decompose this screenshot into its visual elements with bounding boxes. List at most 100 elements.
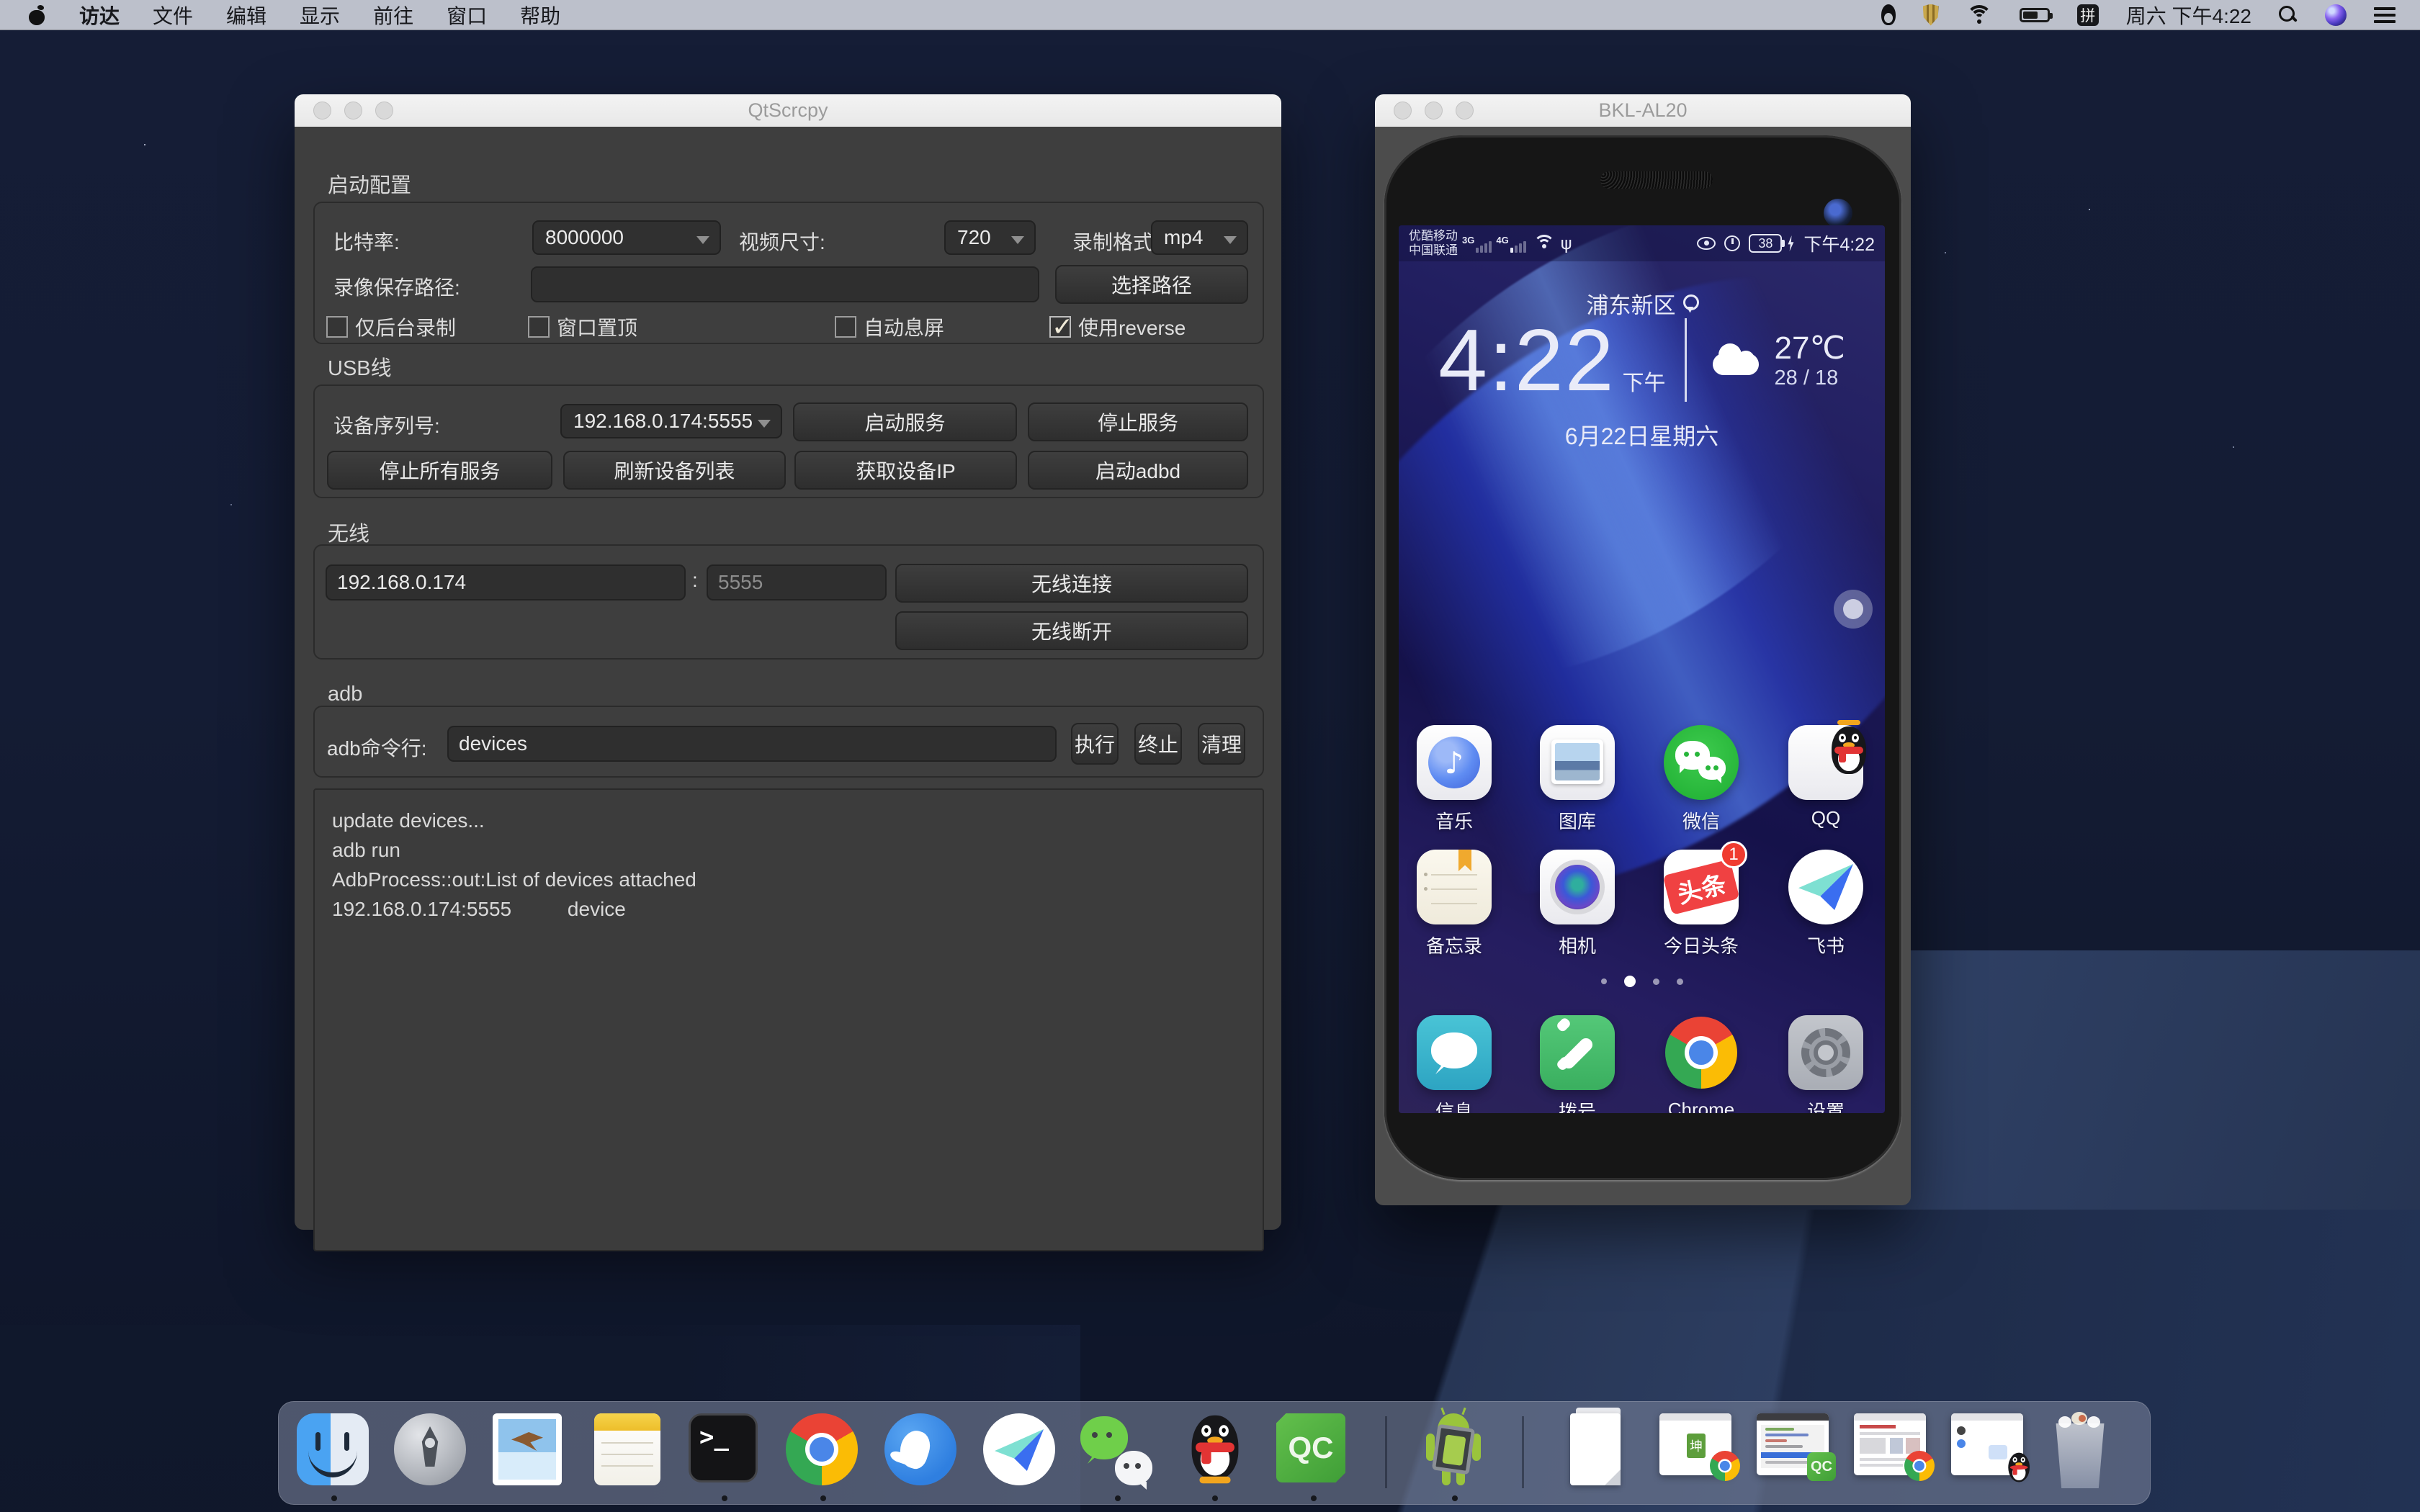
dock-minimized-chrome-window[interactable]: 坤: [1659, 1413, 1734, 1488]
search-icon[interactable]: [2279, 6, 2298, 24]
qq-menubar-icon[interactable]: [1881, 4, 1896, 25]
bitrate-combo[interactable]: 8000000: [532, 220, 721, 255]
menu-help[interactable]: 帮助: [520, 1, 560, 30]
dock-document-stack[interactable]: [1570, 1413, 1645, 1488]
qq-icon[interactable]: [1788, 725, 1863, 800]
serial-combo[interactable]: 192.168.0.174:5555: [560, 404, 782, 438]
dock-notes[interactable]: [594, 1413, 669, 1488]
dock-minimized-qq-window[interactable]: [1951, 1413, 2026, 1488]
checkbox-auto-screen-off[interactable]: 自动息屏: [835, 312, 944, 341]
assistive-ball[interactable]: [1834, 590, 1873, 629]
battery-icon[interactable]: [2020, 8, 2050, 22]
dock-qq[interactable]: [1178, 1413, 1252, 1488]
page-dot[interactable]: [1653, 978, 1659, 985]
app-camera[interactable]: 相机: [1540, 850, 1615, 958]
app-music[interactable]: ♪ 音乐: [1417, 725, 1492, 834]
checkbox-background-record[interactable]: 仅后台录制: [326, 312, 456, 341]
pinyin-input-icon[interactable]: 拼: [2077, 4, 2099, 26]
app-wechat[interactable]: 微信: [1664, 725, 1739, 834]
checkbox-window-on-top[interactable]: 窗口置顶: [528, 312, 637, 341]
phone-window-titlebar[interactable]: BKL-AL20: [1375, 94, 1911, 127]
music-icon[interactable]: ♪: [1417, 725, 1492, 800]
adb-clear-button[interactable]: 清理: [1198, 723, 1245, 765]
dock-terminal[interactable]: >_: [689, 1413, 763, 1488]
phone-screen[interactable]: 优酷移动 中国联通 3G 4G ψ 38: [1399, 225, 1885, 1113]
close-button[interactable]: [313, 102, 331, 120]
app-gallery[interactable]: 图库: [1540, 725, 1615, 834]
clock-widget[interactable]: 4:22 下午 27℃ 28 / 18: [1399, 316, 1885, 404]
notification-center-icon[interactable]: [2374, 7, 2396, 23]
dock-finder[interactable]: [297, 1413, 372, 1488]
dock-qtscrcpy-android[interactable]: [1417, 1413, 1492, 1488]
dock-feishu[interactable]: [983, 1413, 1058, 1488]
minimize-button[interactable]: [344, 102, 362, 120]
wechat-icon[interactable]: [1664, 725, 1739, 800]
app-qq[interactable]: QQ: [1788, 725, 1863, 829]
checkbox-box[interactable]: [835, 316, 856, 338]
dock-minimized-qtcreator-window[interactable]: QC: [1757, 1413, 1832, 1488]
shield-icon[interactable]: [1923, 4, 1939, 26]
zoom-button[interactable]: [1456, 102, 1474, 120]
app-toutiao[interactable]: 头条 1 今日头条: [1664, 850, 1739, 958]
wifi-icon[interactable]: [1966, 5, 1992, 25]
siri-icon[interactable]: [2325, 4, 2347, 26]
wireless-ip-input[interactable]: [326, 564, 686, 600]
checkbox-box[interactable]: [326, 316, 348, 338]
wireless-disconnect-button[interactable]: 无线断开: [895, 611, 1248, 650]
menu-view[interactable]: 显示: [300, 1, 340, 30]
get-device-ip-button[interactable]: 获取设备IP: [794, 451, 1017, 490]
app-settings[interactable]: 设置: [1788, 1015, 1863, 1113]
checkbox-box[interactable]: [528, 316, 550, 338]
choose-path-button[interactable]: 选择路径: [1055, 265, 1248, 304]
stop-service-button[interactable]: 停止服务: [1028, 402, 1248, 441]
notes-icon[interactable]: [1417, 850, 1492, 924]
checkbox-box[interactable]: [1049, 316, 1071, 338]
wireless-connect-button[interactable]: 无线连接: [895, 564, 1248, 603]
qtscrcpy-titlebar[interactable]: QtScrcpy: [295, 94, 1281, 127]
menu-file[interactable]: 文件: [153, 1, 193, 30]
close-button[interactable]: [1394, 102, 1412, 120]
dock-minimized-chrome-window-2[interactable]: [1854, 1413, 1929, 1488]
wireless-port-input[interactable]: [707, 564, 887, 600]
dock-qtcreator[interactable]: QC: [1276, 1413, 1351, 1488]
dock-chrome[interactable]: [786, 1413, 861, 1488]
refresh-device-list-button[interactable]: 刷新设备列表: [563, 451, 786, 490]
stop-all-services-button[interactable]: 停止所有服务: [327, 451, 552, 490]
feishu-icon[interactable]: [1788, 850, 1863, 924]
app-dialer[interactable]: 拨号: [1540, 1015, 1615, 1113]
toutiao-icon[interactable]: 头条 1: [1664, 850, 1739, 924]
video-size-combo[interactable]: 720: [944, 220, 1036, 255]
dock-seal-app[interactable]: [884, 1413, 959, 1488]
zoom-button[interactable]: [375, 102, 393, 120]
menu-go[interactable]: 前往: [373, 1, 413, 30]
page-dot[interactable]: [1601, 978, 1607, 984]
apple-menu-icon[interactable]: [29, 5, 46, 25]
menubar-clock[interactable]: 周六 下午4:22: [2126, 1, 2251, 30]
gallery-icon[interactable]: [1540, 725, 1615, 800]
app-chrome[interactable]: Chrome: [1664, 1015, 1739, 1113]
app-notes[interactable]: 备忘录: [1417, 850, 1492, 958]
checkbox-use-reverse[interactable]: 使用reverse: [1049, 312, 1186, 341]
settings-gear-icon[interactable]: [1788, 1015, 1863, 1090]
minimize-button[interactable]: [1425, 102, 1443, 120]
adb-log-output[interactable]: update devices... adb run AdbProcess::ou…: [313, 788, 1264, 1251]
camera-icon[interactable]: [1540, 850, 1615, 924]
page-dot-active[interactable]: [1624, 976, 1636, 987]
dock-wechat[interactable]: [1080, 1413, 1155, 1488]
page-dot[interactable]: [1677, 978, 1683, 985]
menu-window[interactable]: 窗口: [447, 1, 487, 30]
app-feishu[interactable]: 飞书: [1788, 850, 1863, 958]
record-path-input[interactable]: [531, 266, 1039, 302]
adb-run-button[interactable]: 执行: [1071, 723, 1119, 765]
messages-icon[interactable]: [1417, 1015, 1492, 1090]
dock-launchpad[interactable]: [394, 1413, 469, 1488]
chrome-icon[interactable]: [1664, 1017, 1739, 1092]
menu-finder[interactable]: 访达: [79, 1, 120, 30]
start-service-button[interactable]: 启动服务: [793, 402, 1017, 441]
dock-trash[interactable]: [2050, 1413, 2125, 1488]
app-messages[interactable]: 信息: [1417, 1015, 1492, 1113]
menu-edit[interactable]: 编辑: [226, 1, 266, 30]
adb-stop-button[interactable]: 终止: [1134, 723, 1182, 765]
dock-mail[interactable]: [493, 1413, 568, 1488]
adb-command-input[interactable]: [447, 726, 1057, 762]
